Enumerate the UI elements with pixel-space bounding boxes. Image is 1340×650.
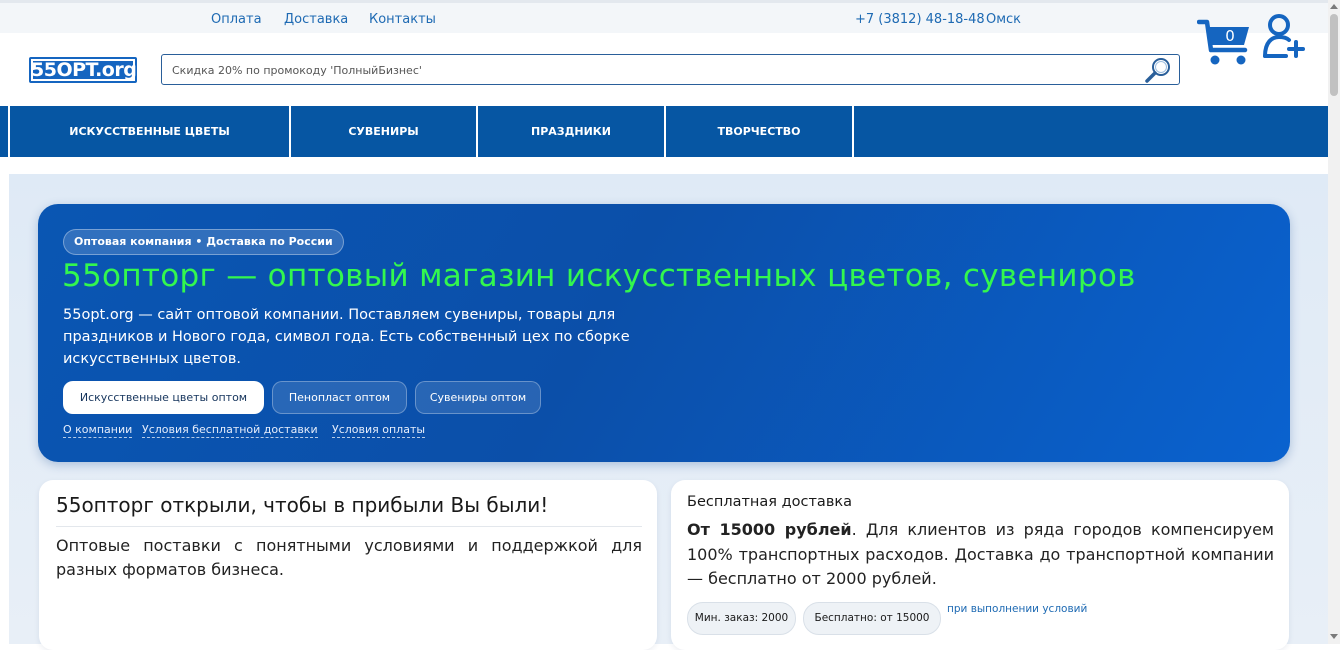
hero-link-payment[interactable]: Условия оплаты (332, 423, 426, 438)
scroll-down-arrow-icon[interactable] (1330, 634, 1338, 639)
main-nav: ИСКУССТВЕННЫЕ ЦВЕТЫ СУВЕНИРЫ ПРАЗДНИКИ Т… (0, 106, 1328, 157)
nav-item-crafts[interactable]: ТВОРЧЕСТВО (666, 106, 854, 157)
hero-description: 55opt.org — сайт оптовой компании. Поста… (63, 307, 630, 367)
card-divider (56, 526, 642, 527)
search-bar (161, 54, 1180, 85)
hero-button-foam[interactable]: Пенопласт оптом (272, 381, 407, 414)
topbar-phone[interactable]: +7 (3812) 48-18-48 (855, 12, 985, 27)
page-scrollbar[interactable] (1328, 0, 1340, 644)
card-about-title: 55опторг открыли, чтобы в прибыли Вы был… (56, 493, 549, 517)
nav-item-artificial-flowers[interactable]: ИСКУССТВЕННЫЕ ЦВЕТЫ (10, 106, 291, 157)
chip-free-delivery: Бесплатно: от 15000 (803, 602, 941, 635)
hero-title: 55опторг — оптовый магазин искусственных… (62, 258, 1136, 294)
hero-link-about[interactable]: О компании (63, 423, 133, 438)
hero-badge: Оптовая компания • Доставка по России (63, 229, 344, 255)
site-header: 55OPT.org (0, 33, 1328, 106)
topbar-link-contacts[interactable]: Контакты (369, 12, 436, 27)
topbar-link-delivery[interactable]: Доставка (284, 12, 348, 27)
chip-min-order: Мин. заказ: 2000 (687, 602, 796, 635)
search-icon[interactable] (1143, 56, 1173, 84)
cart-count: 0 (1225, 27, 1235, 45)
user-add-icon[interactable] (1262, 12, 1306, 60)
card-delivery-title: Бесплатная доставка (687, 494, 853, 510)
card-about-text: Оптовые поставки с понятными условиями и… (56, 536, 642, 579)
hero-link-free-delivery[interactable]: Условия бесплатной доставки (142, 423, 318, 438)
scroll-up-arrow-icon[interactable] (1330, 4, 1338, 9)
chip-note: при выполнении условий (947, 603, 1088, 615)
hero-button-souvenirs[interactable]: Сувениры оптом (415, 381, 541, 414)
nav-item-holidays[interactable]: ПРАЗДНИКИ (478, 106, 666, 157)
card-delivery-text: От 15000 рублей. Для клиентов из ряда го… (687, 518, 1274, 592)
card-delivery-highlight: От 15000 рублей (687, 520, 852, 539)
hero-button-artificial-flowers[interactable]: Искусственные цветы оптом (63, 381, 264, 414)
top-bar: Оплата Доставка Контакты +7 (3812) 48-18… (0, 0, 1328, 33)
site-logo[interactable]: 55OPT.org (29, 57, 137, 83)
nav-item-souvenirs[interactable]: СУВЕНИРЫ (291, 106, 478, 157)
topbar-link-payment[interactable]: Оплата (211, 12, 262, 27)
search-input[interactable] (172, 61, 1132, 79)
topbar-city[interactable]: Омск (986, 12, 1021, 27)
scroll-thumb[interactable] (1330, 14, 1338, 96)
